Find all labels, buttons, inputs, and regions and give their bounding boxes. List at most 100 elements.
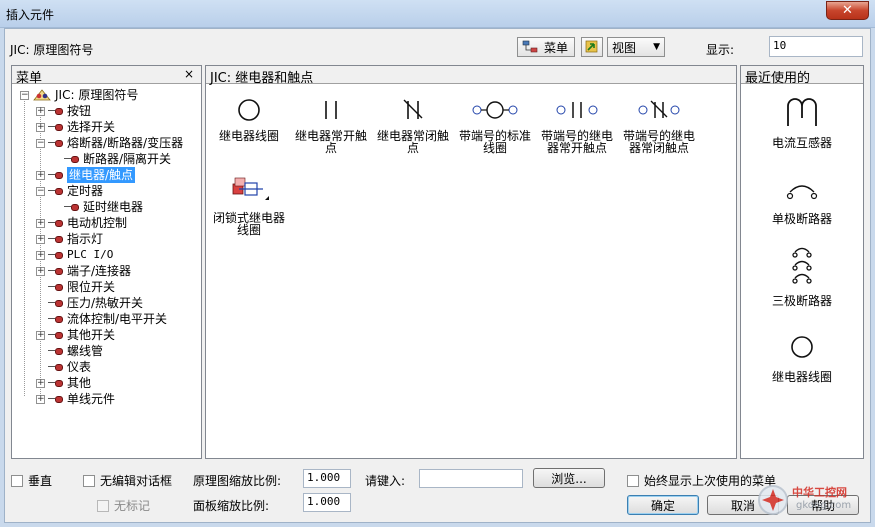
ok-button[interactable]: 确定	[627, 495, 699, 515]
back-arrow-button[interactable]	[581, 37, 603, 57]
tree-item-pressure-switches[interactable]: 压力/热敏开关	[48, 295, 143, 311]
expand-icon[interactable]: +	[36, 234, 45, 244]
node-plug-icon	[48, 283, 64, 291]
symbol-nc-contact[interactable]: 继电器常闭触点	[373, 96, 453, 154]
node-plug-icon	[48, 187, 64, 195]
show-count-input[interactable]: 10	[769, 36, 863, 57]
tree-item-label: JIC: 原理图符号	[55, 88, 139, 102]
tree-item-limit-switches[interactable]: 限位开关	[48, 279, 115, 295]
insert-component-dialog: JIC: 原理图符号 菜单 视图 ▼ 显示: 10 菜单 × − JIC: 原理…	[4, 28, 871, 523]
recent-label: 电流互感器	[771, 136, 832, 150]
tree-item-indicator-lights[interactable]: + 指示灯	[36, 231, 103, 247]
tree-item-flow-switches[interactable]: 流体控制/电平开关	[48, 311, 167, 327]
schematic-scale-label: 原理图缩放比例:	[193, 474, 282, 488]
collapse-icon[interactable]: −	[36, 186, 45, 196]
tree-item-label: 定时器	[67, 184, 104, 198]
node-plug-icon	[48, 235, 64, 243]
recent-item-three-pole-breaker[interactable]: 三极断路器	[741, 246, 863, 309]
tree-item-meters[interactable]: 仪表	[48, 359, 91, 375]
current-transformer-icon	[787, 98, 817, 126]
recent-panel-header: 最近使用的	[741, 66, 863, 86]
tree-item-label: 限位开关	[67, 280, 116, 294]
recent-item-relay-coil[interactable]: 继电器线圈	[741, 332, 863, 385]
expand-icon[interactable]: +	[36, 250, 45, 260]
vertical-checkbox[interactable]: 垂直	[11, 472, 52, 489]
expand-icon[interactable]: +	[36, 218, 45, 228]
browse-button[interactable]: 浏览...	[533, 468, 605, 488]
tree-item-label: 继电器/触点	[67, 167, 136, 183]
symbol-latching-coil[interactable]: 闭锁式继电器线圈	[209, 174, 289, 236]
tree-item-label: 断路器/隔离开关	[83, 152, 172, 166]
view-button-label: 视图	[612, 40, 637, 55]
expand-icon[interactable]: +	[36, 170, 45, 180]
type-input[interactable]	[419, 469, 523, 488]
tree-item-other[interactable]: + 其他	[36, 375, 91, 391]
symbol-terminal-coil[interactable]: 带端号的标准线圈	[455, 96, 535, 154]
no-tag-checkbox[interactable]: 无标记	[97, 497, 150, 514]
checkbox-box[interactable]	[83, 474, 95, 487]
terminal-no-contact-icon	[556, 102, 598, 118]
checkbox-box[interactable]	[97, 499, 109, 512]
view-dropdown[interactable]: 视图 ▼	[607, 37, 665, 57]
tree-item-other-switches[interactable]: + 其他开关	[36, 327, 115, 343]
latching-coil-icon	[232, 177, 269, 200]
recent-panel-title: 最近使用的	[745, 71, 811, 86]
show-label: 显示:	[706, 43, 735, 57]
symbol-label: 带端号的标准线圈	[458, 129, 531, 155]
tree-item-root[interactable]: − JIC: 原理图符号	[20, 87, 138, 103]
symbol-label: 继电器线圈	[218, 129, 279, 143]
expand-icon[interactable]: +	[36, 122, 45, 132]
recent-label: 单极断路器	[771, 212, 832, 226]
expand-icon[interactable]: +	[36, 394, 45, 404]
tree-item-label: 其他	[67, 376, 92, 390]
symbol-panel: JIC: 继电器和触点 继电器线圈 继电器常开触点 继电器常闭触点 带端号的标准…	[205, 65, 737, 459]
tree-item-timers[interactable]: − 定时器	[36, 183, 103, 199]
expand-icon[interactable]: +	[36, 330, 45, 340]
recent-item-current-transformer[interactable]: 电流互感器	[741, 94, 863, 151]
panel-scale-label: 面板缩放比例:	[193, 499, 270, 513]
expand-icon[interactable]: +	[36, 106, 45, 116]
schematic-scale-input[interactable]: 1.000	[303, 469, 351, 488]
tree-item-fuses[interactable]: − 熔断器/断路器/变压器	[36, 135, 183, 151]
node-plug-icon	[48, 251, 64, 259]
node-plug-icon	[48, 171, 64, 179]
title-bar: 插入元件 ✕	[0, 0, 875, 28]
library-label: JIC: 原理图符号	[10, 43, 94, 57]
node-plug-icon	[48, 299, 64, 307]
terminal-nc-contact-icon	[638, 100, 680, 118]
tree-item-terminals[interactable]: + 端子/连接器	[36, 263, 131, 279]
node-plug-icon	[48, 379, 64, 387]
expand-icon[interactable]: +	[36, 266, 45, 276]
tree-item-label: 按钮	[67, 104, 92, 118]
tree-item-selector-switch[interactable]: + 选择开关	[36, 119, 115, 135]
recent-item-single-pole-breaker[interactable]: 单极断路器	[741, 178, 863, 227]
tree-item-solenoids[interactable]: 螺线管	[48, 343, 103, 359]
menu-button-label: 菜单	[544, 40, 569, 55]
tree-item-breakers[interactable]: 断路器/隔离开关	[64, 151, 171, 167]
tree-item-delay-relay[interactable]: 延时继电器	[64, 199, 143, 215]
collapse-icon[interactable]: −	[20, 90, 29, 100]
window-close-button[interactable]: ✕	[826, 1, 869, 20]
tree-item-single-line[interactable]: + 单线元件	[36, 391, 115, 407]
tree-item-label: 其他开关	[67, 328, 116, 342]
symbol-relay-coil[interactable]: 继电器线圈	[209, 96, 289, 142]
tree-item-buttons[interactable]: + 按钮	[36, 103, 91, 119]
tree-item-motor-control[interactable]: + 电动机控制	[36, 215, 127, 231]
recent-label: 继电器线圈	[771, 370, 832, 384]
tree-item-plc-io[interactable]: + PLC I/O	[36, 247, 113, 263]
tree-item-relays[interactable]: + 继电器/触点	[36, 167, 136, 183]
checkbox-box[interactable]	[11, 474, 23, 487]
close-icon[interactable]: ×	[184, 67, 194, 81]
no-edit-dialog-checkbox[interactable]: 无编辑对话框	[83, 472, 172, 489]
symbol-no-contact[interactable]: 继电器常开触点	[291, 96, 371, 154]
menu-button[interactable]: 菜单	[517, 37, 575, 57]
panel-scale-input[interactable]: 1.000	[303, 493, 351, 512]
always-show-last-checkbox[interactable]: 始终显示上次使用的菜单	[627, 472, 776, 489]
vertical-label: 垂直	[28, 474, 53, 488]
expand-icon[interactable]: +	[36, 378, 45, 388]
symbol-terminal-no-contact[interactable]: 带端号的继电器常开触点	[537, 96, 617, 154]
collapse-icon[interactable]: −	[36, 138, 45, 148]
symbol-terminal-nc-contact[interactable]: 带端号的继电器常闭触点	[619, 96, 699, 154]
checkbox-box[interactable]	[627, 474, 639, 487]
terminal-coil-icon	[472, 101, 518, 119]
